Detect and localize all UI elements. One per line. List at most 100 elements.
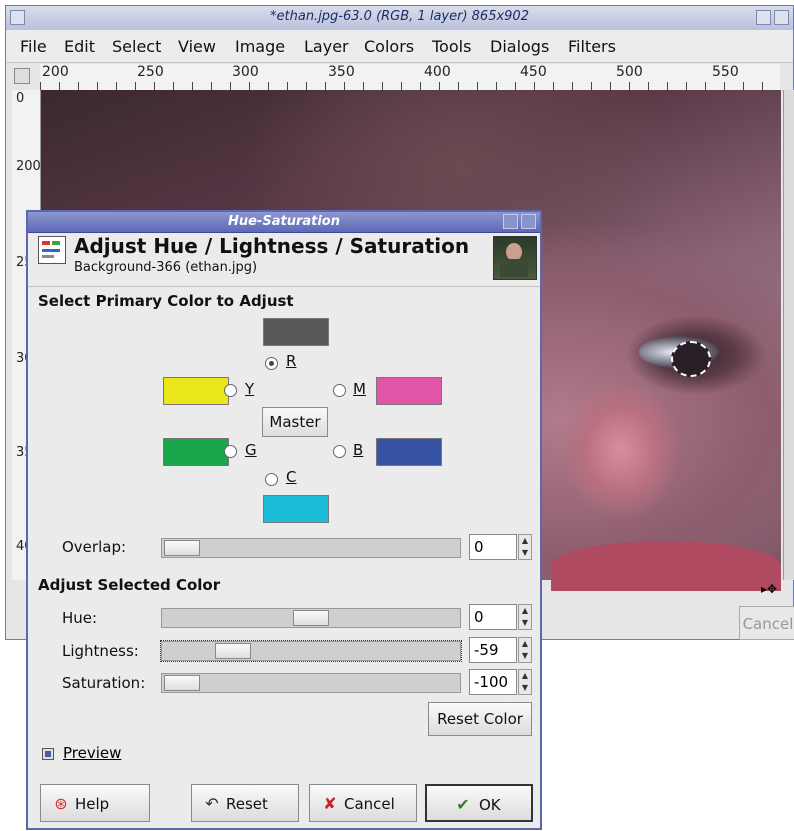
dialog-subheading: Background-366 (ethan.jpg) — [74, 260, 258, 275]
cancel-button[interactable]: ✘ Cancel — [309, 784, 417, 822]
overlap-slider[interactable] — [161, 538, 461, 558]
vruler-label: 400 — [16, 540, 40, 553]
maximize-icon[interactable] — [756, 10, 771, 25]
menu-image[interactable]: Image — [235, 37, 285, 56]
vruler-label: 300 — [16, 352, 40, 365]
reset-button-label: Reset — [226, 795, 268, 813]
overlap-slider-handle[interactable] — [164, 540, 200, 556]
vruler-label: 350 — [16, 446, 40, 459]
lightness-slider-handle[interactable] — [215, 643, 251, 659]
hruler-label: 300 — [232, 64, 259, 80]
radio-y[interactable] — [224, 384, 237, 397]
radio-m[interactable] — [333, 384, 346, 397]
radio-g-label[interactable]: G — [245, 441, 257, 459]
reset-button[interactable]: ↶ Reset — [191, 784, 299, 822]
ok-button-label: OK — [479, 796, 501, 814]
preview-checkbox[interactable] — [42, 748, 54, 760]
radio-g[interactable] — [224, 445, 237, 458]
dialog-heading: Adjust Hue / Lightness / Saturation — [74, 234, 470, 258]
maximize-icon[interactable] — [503, 214, 518, 229]
close-icon[interactable] — [521, 214, 536, 229]
hruler-label: 400 — [424, 64, 451, 80]
ok-thumb-icon: ✔ — [456, 795, 470, 814]
vertical-scrollbar[interactable] — [783, 90, 794, 580]
radio-r[interactable] — [265, 357, 278, 370]
preview-label[interactable]: Preview — [63, 744, 121, 762]
menu-tools[interactable]: Tools — [432, 37, 471, 56]
radio-y-label[interactable]: Y — [245, 380, 254, 398]
radio-c[interactable] — [265, 473, 278, 486]
hruler-label: 250 — [137, 64, 164, 80]
image-window-titlebar[interactable]: *ethan.jpg-63.0 (RGB, 1 layer) 865x902 — [6, 6, 793, 31]
menu-select[interactable]: Select — [112, 37, 161, 56]
menu-view[interactable]: View — [178, 37, 216, 56]
hruler-label: 350 — [328, 64, 355, 80]
magenta-swatch — [376, 377, 442, 405]
hue-spin-buttons[interactable]: ▲ ▼ — [518, 604, 532, 630]
saturation-label: Saturation: — [62, 674, 146, 692]
help-button-label: Help — [75, 795, 110, 813]
hue-slider[interactable] — [161, 608, 461, 628]
reset-color-button[interactable]: Reset Color — [428, 702, 532, 736]
saturation-value-field[interactable]: -100 — [469, 669, 517, 695]
dialog-window-title: Hue-Saturation — [228, 214, 340, 229]
hue-label: Hue: — [62, 609, 98, 627]
radio-b-label[interactable]: B — [353, 441, 363, 459]
radio-c-label[interactable]: C — [286, 468, 296, 486]
navigate-icon[interactable]: ▸✥ — [761, 582, 791, 600]
close-icon[interactable] — [774, 10, 789, 25]
lightness-label: Lightness: — [62, 642, 139, 660]
overlap-value-field[interactable]: 0 — [469, 534, 517, 560]
hue-slider-handle[interactable] — [293, 610, 329, 626]
menu-edit[interactable]: Edit — [64, 37, 95, 56]
primary-color-section-title: Select Primary Color to Adjust — [38, 292, 294, 310]
photo-lip — [551, 541, 781, 591]
help-lifebuoy-icon: ⊛ — [54, 794, 68, 813]
radio-r-label[interactable]: R — [286, 352, 296, 370]
dialog-titlebar[interactable]: Hue-Saturation — [28, 212, 540, 233]
lightness-slider[interactable] — [160, 640, 462, 662]
image-window-title: *ethan.jpg-63.0 (RGB, 1 layer) 865x902 — [270, 9, 529, 24]
hruler-label: 450 — [520, 64, 547, 80]
overlap-spin-buttons[interactable]: ▲ ▼ — [518, 534, 532, 560]
hruler-label: 200 — [42, 64, 69, 80]
vruler-label: 250 — [16, 256, 40, 269]
hruler-label: 550 — [712, 64, 739, 80]
header-separator — [28, 286, 540, 287]
menu-colors[interactable]: Colors — [364, 37, 414, 56]
adjust-color-section-title: Adjust Selected Color — [38, 576, 221, 594]
lightness-value-field[interactable]: -59 — [469, 637, 517, 663]
hruler-label: 500 — [616, 64, 643, 80]
help-button[interactable]: ⊛ Help — [40, 784, 150, 822]
vruler-label: 0 — [16, 91, 25, 106]
undo-icon: ↶ — [205, 794, 219, 813]
selection-marquee[interactable] — [671, 341, 711, 377]
hue-value-field[interactable]: 0 — [469, 604, 517, 630]
hue-saturation-icon — [38, 236, 66, 264]
green-swatch — [163, 438, 229, 466]
horizontal-ruler: 200 250 300 350 400 450 500 550 — [40, 64, 780, 91]
cyan-swatch — [263, 495, 329, 523]
hue-saturation-dialog: Hue-Saturation Adjust Hue / Lightness / … — [26, 210, 542, 830]
menu-dialogs[interactable]: Dialogs — [490, 37, 549, 56]
cancel-button-label: Cancel — [344, 795, 395, 813]
ok-button[interactable]: ✔ OK — [425, 784, 533, 822]
saturation-slider[interactable] — [161, 673, 461, 693]
radio-m-label[interactable]: M — [353, 380, 366, 398]
saturation-slider-handle[interactable] — [164, 675, 200, 691]
saturation-spin-buttons[interactable]: ▲ ▼ — [518, 669, 532, 695]
menubar: File Edit Select View Image Layer Colors… — [6, 30, 793, 63]
quick-mask-icon[interactable] — [14, 68, 30, 84]
vruler-label: 200 — [16, 159, 41, 174]
lightness-spin-buttons[interactable]: ▲ ▼ — [518, 637, 532, 663]
hruler-ticks — [40, 82, 780, 90]
menu-file[interactable]: File — [20, 37, 47, 56]
menu-filters[interactable]: Filters — [568, 37, 616, 56]
radio-b[interactable] — [333, 445, 346, 458]
master-button[interactable]: Master — [262, 407, 328, 437]
menu-layer[interactable]: Layer — [304, 37, 349, 56]
blue-swatch — [376, 438, 442, 466]
overlap-label: Overlap: — [62, 538, 127, 556]
status-cancel-button[interactable]: Cancel — [739, 606, 794, 640]
image-thumbnail — [493, 236, 537, 280]
